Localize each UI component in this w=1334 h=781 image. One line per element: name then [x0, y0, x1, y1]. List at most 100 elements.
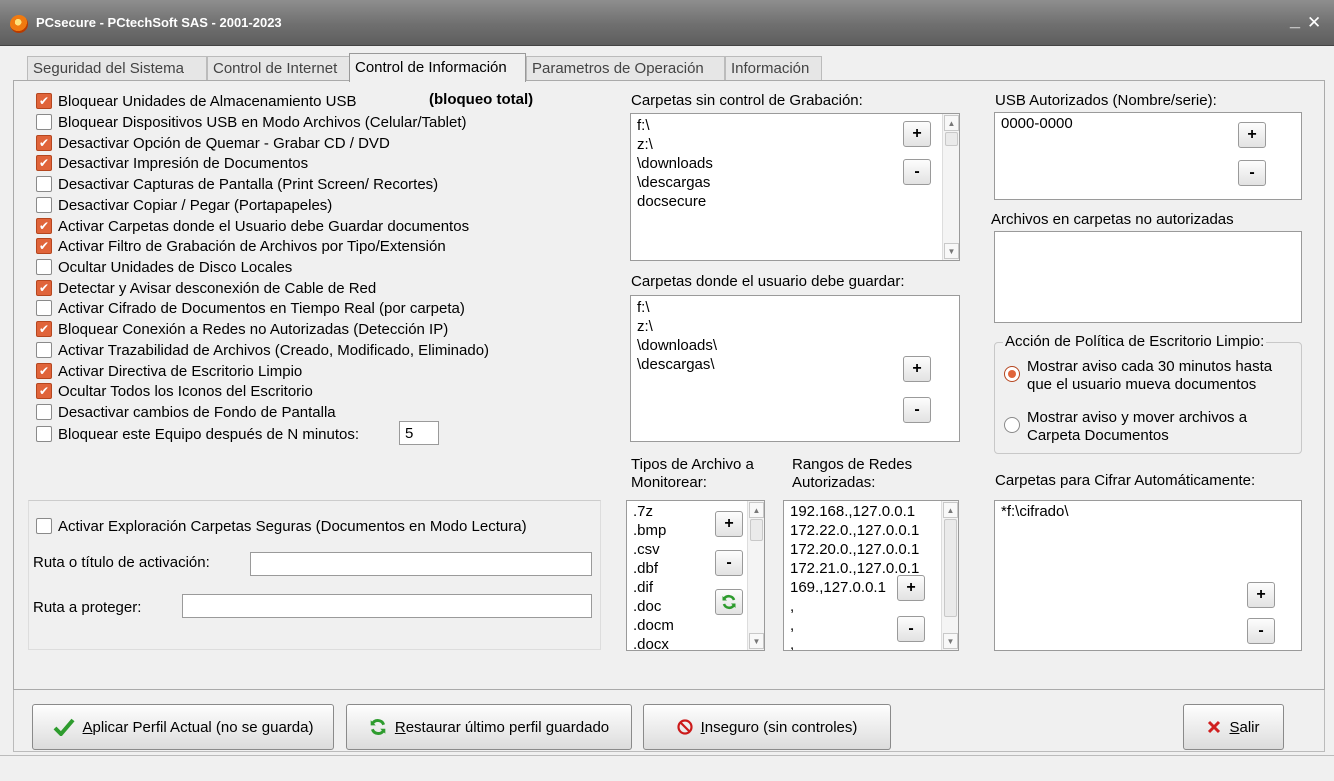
option-checkbox[interactable]: ✔ Desactivar Impresión de Documentos: [36, 153, 308, 173]
tab-parametros-operacion[interactable]: Parametros de Operación: [526, 56, 725, 81]
option-checkbox[interactable]: Activar Cifrado de Documentos en Tiempo …: [36, 298, 465, 318]
scroll-down-icon[interactable]: ▼: [943, 633, 958, 649]
scroll-up-icon[interactable]: ▲: [749, 502, 764, 518]
tab-control-informacion[interactable]: Control de Información: [349, 53, 526, 82]
add-encrypt-folder-button[interactable]: +: [1247, 582, 1275, 608]
lock-minutes-input[interactable]: 5: [399, 421, 439, 445]
refresh-file-types-button[interactable]: [715, 589, 743, 615]
list-item[interactable]: 192.168.,127.0.0.1: [784, 502, 958, 521]
add-save-folder-button[interactable]: +: [903, 356, 931, 382]
list-item[interactable]: 172.20.0.,127.0.0.1: [784, 540, 958, 559]
option-checkbox[interactable]: ✔ Detectar y Avisar desconexión de Cable …: [36, 278, 376, 298]
policy-option-notify[interactable]: Mostrar aviso cada 30 minutos hasta que e…: [1004, 358, 1272, 394]
checkbox-checked: ✔: [36, 155, 52, 171]
scrollbar[interactable]: ▲ ▼: [942, 114, 959, 260]
scroll-thumb[interactable]: [750, 519, 763, 541]
scrollbar[interactable]: ▲ ▼: [747, 501, 764, 650]
checkbox-checked: ✔: [36, 363, 52, 379]
option-checkbox[interactable]: Activar Trazabilidad de Archivos (Creado…: [36, 340, 489, 360]
close-button[interactable]: ✕: [1307, 13, 1321, 33]
add-no-control-folder-button[interactable]: +: [903, 121, 931, 147]
tab-seguridad-sistema[interactable]: Seguridad del Sistema: [27, 56, 207, 81]
option-checkbox[interactable]: ✔ Bloquear Unidades de Almacenamiento USB: [36, 91, 357, 111]
file-types-list[interactable]: .7z .bmp .csv .dbf .dif .doc .docm .docx ▲ ▼: [626, 500, 765, 651]
remove-encrypt-folder-button[interactable]: -: [1247, 618, 1275, 644]
list-item[interactable]: 169.,127.0.0.1: [784, 578, 958, 597]
list-item[interactable]: f:\: [631, 298, 959, 317]
secure-folders-checkbox[interactable]: Activar Exploración Carpetas Seguras (Do…: [36, 516, 527, 536]
list-item[interactable]: .doc: [627, 597, 764, 616]
remove-no-control-folder-button[interactable]: -: [903, 159, 931, 185]
tab-informacion[interactable]: Información: [725, 56, 822, 81]
scrollbar[interactable]: ▲ ▼: [941, 501, 958, 650]
unauthorized-files-list[interactable]: [994, 231, 1302, 323]
list-item[interactable]: .docm: [627, 616, 764, 635]
scroll-up-icon[interactable]: ▲: [943, 502, 958, 518]
insecure-button[interactable]: Inseguro (sin controles): [643, 704, 891, 750]
list-item[interactable]: .docx: [627, 635, 764, 650]
option-label: Bloquear Conexión a Redes no Autorizadas…: [58, 320, 449, 338]
scroll-thumb[interactable]: [944, 519, 957, 617]
option-checkbox[interactable]: Desactivar Capturas de Pantalla (Print S…: [36, 174, 438, 194]
add-network-range-button[interactable]: +: [897, 575, 925, 601]
save-folders-label: Carpetas donde el usuario debe guardar:: [631, 273, 905, 290]
option-checkbox[interactable]: Ocultar Unidades de Disco Locales: [36, 257, 292, 277]
option-checkbox[interactable]: Bloquear este Equipo después de N minuto…: [36, 424, 359, 444]
list-item[interactable]: ,: [784, 597, 958, 616]
scroll-down-icon[interactable]: ▼: [749, 633, 764, 649]
restore-profile-button[interactable]: Restaurar último perfil guardado: [346, 704, 632, 750]
checkbox-box: [36, 518, 52, 534]
network-ranges-list[interactable]: 192.168.,127.0.0.1 172.22.0.,127.0.0.1 172…: [783, 500, 959, 651]
option-checkbox[interactable]: Desactivar Copiar / Pegar (Portapapeles): [36, 195, 332, 215]
add-file-type-button[interactable]: +: [715, 511, 743, 537]
add-usb-button[interactable]: +: [1238, 122, 1266, 148]
list-item[interactable]: .dif: [627, 578, 764, 597]
option-checkbox[interactable]: Bloquear Dispositivos USB en Modo Archiv…: [36, 112, 467, 132]
option-label: Desactivar Opción de Quemar - Grabar CD …: [58, 134, 390, 152]
list-item[interactable]: .csv: [627, 540, 764, 559]
list-item[interactable]: .7z: [627, 502, 764, 521]
activation-path-input[interactable]: [250, 552, 592, 576]
protect-path-label: Ruta a proteger:: [33, 599, 142, 616]
list-item[interactable]: docsecure: [631, 192, 959, 211]
list-item[interactable]: ,: [784, 635, 958, 650]
tab-control-internet[interactable]: Control de Internet: [207, 56, 350, 81]
no-control-folders-label: Carpetas sin control de Grabación:: [631, 92, 863, 109]
radio-button[interactable]: [1004, 366, 1020, 382]
list-item[interactable]: 172.21.0.,127.0.0.1: [784, 559, 958, 578]
checkbox-checked: ✔: [36, 280, 52, 296]
remove-save-folder-button[interactable]: -: [903, 397, 931, 423]
app-icon: [10, 15, 28, 33]
remove-file-type-button[interactable]: -: [715, 550, 743, 576]
option-checkbox[interactable]: ✔ Activar Carpetas donde el Usuario debe …: [36, 216, 469, 236]
scroll-down-icon[interactable]: ▼: [944, 243, 959, 259]
apply-profile-button[interactable]: Aplicar Perfil Actual (no se guarda): [32, 704, 334, 750]
protect-path-input[interactable]: [182, 594, 592, 618]
list-item[interactable]: 172.22.0.,127.0.0.1: [784, 521, 958, 540]
list-item[interactable]: z:\: [631, 317, 959, 336]
remove-network-range-button[interactable]: -: [897, 616, 925, 642]
refresh-icon: [370, 719, 386, 735]
option-checkbox[interactable]: ✔ Desactivar Opción de Quemar - Grabar CD…: [36, 133, 390, 153]
scroll-thumb[interactable]: [945, 132, 958, 146]
option-label: Desactivar Copiar / Pegar (Portapapeles): [58, 196, 333, 214]
option-checkbox[interactable]: Desactivar cambios de Fondo de Pantalla: [36, 402, 336, 422]
list-item[interactable]: \downloads\: [631, 336, 959, 355]
list-item[interactable]: *f:\cifrado\: [995, 502, 1301, 521]
minimize-button[interactable]: _: [1290, 10, 1300, 31]
option-checkbox[interactable]: ✔ Bloquear Conexión a Redes no Autorizada…: [36, 319, 448, 339]
option-checkbox[interactable]: ✔ Activar Filtro de Grabación de Archivos…: [36, 236, 446, 256]
list-item[interactable]: ,: [784, 616, 958, 635]
radio-button[interactable]: [1004, 417, 1020, 433]
option-checkbox[interactable]: ✔ Activar Directiva de Escritorio Limpio: [36, 361, 302, 381]
list-item[interactable]: .dbf: [627, 559, 764, 578]
scroll-up-icon[interactable]: ▲: [944, 115, 959, 131]
remove-usb-button[interactable]: -: [1238, 160, 1266, 186]
activation-path-label: Ruta o título de activación:: [33, 554, 210, 571]
option-checkbox[interactable]: ✔ Ocultar Todos los Iconos del Escritorio: [36, 381, 313, 401]
checkbox-unchecked: [36, 300, 52, 316]
title-bar: PCsecure - PCtechSoft SAS - 2001-2023 _ …: [0, 0, 1334, 46]
policy-option-move[interactable]: Mostrar aviso y mover archivos a Carpeta …: [1004, 409, 1247, 445]
exit-button[interactable]: Salir: [1183, 704, 1284, 750]
list-item[interactable]: .bmp: [627, 521, 764, 540]
